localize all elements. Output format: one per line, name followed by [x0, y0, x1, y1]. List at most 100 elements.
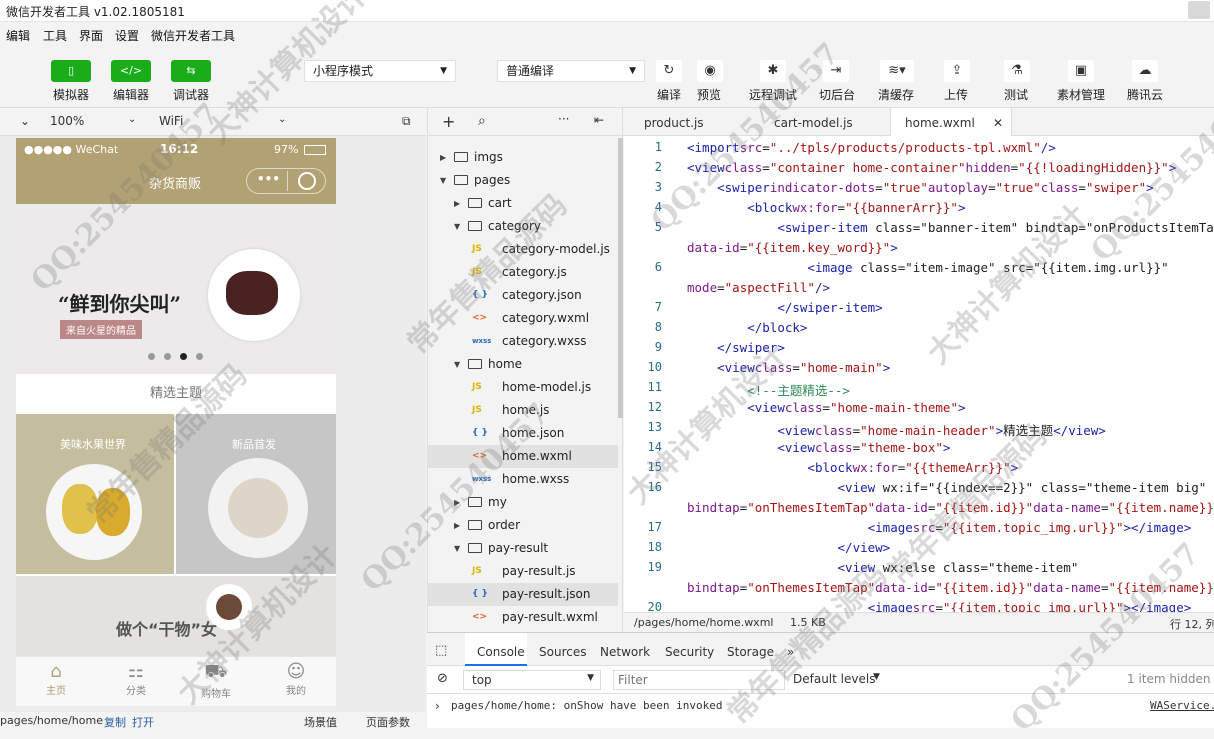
clear-console-icon[interactable]: ⊘ [437, 671, 448, 686]
tab-cart-model-js[interactable]: cart-model.js [760, 108, 867, 136]
menu-tools[interactable]: 工具 [43, 27, 67, 44]
chevron-right-icon[interactable]: ▶ [454, 192, 460, 215]
chevron-down-icon[interactable]: ▼ [440, 169, 446, 192]
capsule-menu[interactable]: ••• [246, 168, 326, 194]
compile-button[interactable]: ↻ [656, 60, 682, 82]
debugger-toggle-button[interactable]: ⇆ [171, 60, 211, 82]
remote-debug-label: 远程调试 [749, 88, 798, 102]
tree-scrollbar[interactable] [618, 138, 623, 418]
mode-select[interactable]: 小程序模式 ▼ [304, 60, 456, 82]
chevron-right-icon[interactable]: ▶ [454, 514, 460, 537]
tab-security[interactable]: Security [665, 645, 714, 659]
tab-sources[interactable]: Sources [539, 645, 586, 659]
tab-category[interactable]: ⚏ 分类 [120, 661, 152, 697]
inspect-icon[interactable]: ⬚ [435, 643, 447, 658]
banner-swiper[interactable]: “鲜到你尖叫” 来自火星的精品 [16, 204, 336, 374]
tree-folder[interactable]: ▼ pages [428, 169, 618, 192]
tree-file[interactable]: { } home.json [428, 422, 618, 445]
tree-folder[interactable]: ▶ order [428, 514, 618, 537]
tree-file[interactable]: <> category.wxml [428, 307, 618, 330]
test-button[interactable]: ⚗ [1004, 60, 1030, 82]
chevron-down-icon[interactable]: ▼ [873, 672, 880, 682]
tree-file[interactable]: JS category-model.js [428, 238, 618, 261]
add-icon[interactable]: + [442, 112, 455, 131]
chevron-down-icon[interactable]: ▼ [454, 353, 460, 376]
levels-select[interactable]: Default levels [793, 672, 875, 686]
clear-cache-button[interactable]: ≋▾ [880, 60, 914, 82]
tree-file[interactable]: wxss category.wxss [428, 330, 618, 353]
more-tabs-icon[interactable]: » [787, 645, 794, 659]
prompt-icon: › [435, 699, 440, 713]
theme-item-new[interactable]: 新品首发 [176, 414, 336, 574]
tree-file[interactable]: JS pay-result.js [428, 560, 618, 583]
tree-file[interactable]: wxss home.wxss [428, 468, 618, 491]
menu-interface[interactable]: 界面 [79, 27, 103, 44]
chevron-right-icon[interactable]: ▶ [440, 146, 446, 169]
tree-file[interactable]: { } category.json [428, 284, 618, 307]
beans-image [228, 478, 288, 538]
tree-folder[interactable]: ▼ home [428, 353, 618, 376]
upload-button[interactable]: ⇪ [944, 60, 970, 82]
tree-file[interactable]: JS category.js [428, 261, 618, 284]
tree-folder[interactable]: ▼ pay-result [428, 537, 618, 560]
compile-select[interactable]: 普通编译 ▼ [497, 60, 645, 82]
tree-folder[interactable]: ▼ category [428, 215, 618, 238]
chevron-down-icon[interactable]: ⌄ [278, 114, 286, 125]
context-select[interactable]: top ▼ [463, 670, 601, 690]
close-miniprogram-icon[interactable] [298, 172, 316, 190]
menu-edit[interactable]: 编辑 [6, 27, 30, 44]
close-icon[interactable]: ✕ [993, 108, 1003, 138]
material-button[interactable]: ▣ [1068, 60, 1094, 82]
more-icon[interactable]: ··· [558, 112, 569, 126]
chevron-down-icon[interactable]: ⌄ [128, 114, 136, 125]
more-icon[interactable]: ••• [257, 172, 280, 186]
network-select[interactable]: WiFi [159, 114, 183, 128]
theme-item-fruit[interactable]: 美味水果世界 [16, 414, 174, 574]
collapse-icon[interactable]: ⇤ [594, 113, 604, 127]
editor-toggle-button[interactable]: </> [111, 60, 151, 82]
tree-file[interactable]: JS home.js [428, 399, 618, 422]
window-minimize-button[interactable] [1188, 1, 1210, 19]
wxss-file-icon: wxss [472, 337, 492, 345]
preview-label: 预览 [697, 88, 722, 102]
tab-storage[interactable]: Storage [727, 645, 774, 659]
tree-folder[interactable]: ▶ my [428, 491, 618, 514]
menu-devtools[interactable]: 微信开发者工具 [151, 27, 235, 44]
detach-window-icon[interactable]: ⧉ [402, 114, 411, 129]
promo-banner[interactable]: 做个“干物”女 [16, 576, 336, 656]
window-title: 微信开发者工具 v1.02.1805181 [6, 5, 185, 19]
console-log-source[interactable]: WAService.j [1150, 699, 1214, 712]
preview-button[interactable]: ◉ [697, 60, 723, 82]
tab-cart[interactable]: ⛟ 购物车 [196, 661, 236, 700]
chevron-right-icon[interactable]: ▶ [454, 491, 460, 514]
line-gutter: 1 2 3 4 5 6 7 8 9 10 11 12 13 14 15 16 17 18 19 20 [624, 136, 682, 614]
tab-home-wxml[interactable]: home.wxml ✕ [890, 108, 1012, 136]
menu-settings[interactable]: 设置 [115, 27, 139, 44]
device-chevron-icon[interactable]: ⌄ [20, 114, 30, 128]
tab-home[interactable]: ⌂ 主页 [40, 661, 72, 697]
tab-product-js[interactable]: product.js [630, 108, 718, 136]
tab-network[interactable]: Network [600, 645, 650, 659]
tree-folder[interactable]: ▶ imgs [428, 146, 618, 169]
tree-file[interactable]: <> home.wxml [428, 445, 618, 468]
zoom-select[interactable]: 100% [50, 114, 84, 128]
tree-file[interactable]: <> pay-result.wxml [428, 606, 618, 629]
debugger-label: 调试器 [173, 88, 210, 102]
simulator-toggle-button[interactable]: ▯ [51, 60, 91, 82]
background-button[interactable]: ⇥ [823, 60, 849, 82]
tab-me-label: 我的 [286, 686, 306, 697]
tree-file[interactable]: { } pay-result.json [428, 583, 618, 606]
tree-folder[interactable]: ▶ cart [428, 192, 618, 215]
tree-file[interactable]: JS home-model.js [428, 376, 618, 399]
hidden-count: 1 item hidden by [1127, 672, 1214, 686]
search-icon[interactable]: ⌕ [478, 113, 486, 129]
console-filter-input[interactable] [613, 670, 785, 690]
tab-console[interactable]: Console [477, 645, 525, 659]
chevron-down-icon[interactable]: ▼ [454, 215, 460, 238]
chevron-down-icon[interactable]: ▼ [454, 537, 460, 560]
remote-debug-button[interactable]: ✱ [760, 60, 786, 82]
tencent-cloud-button[interactable]: ☁ [1132, 60, 1158, 82]
tab-me[interactable]: ☺ 我的 [280, 661, 312, 697]
code-area[interactable]: <importsrc="../tpls/products/products-tp… [687, 136, 1214, 612]
file-path: /pages/home/home.wxml [634, 616, 774, 629]
